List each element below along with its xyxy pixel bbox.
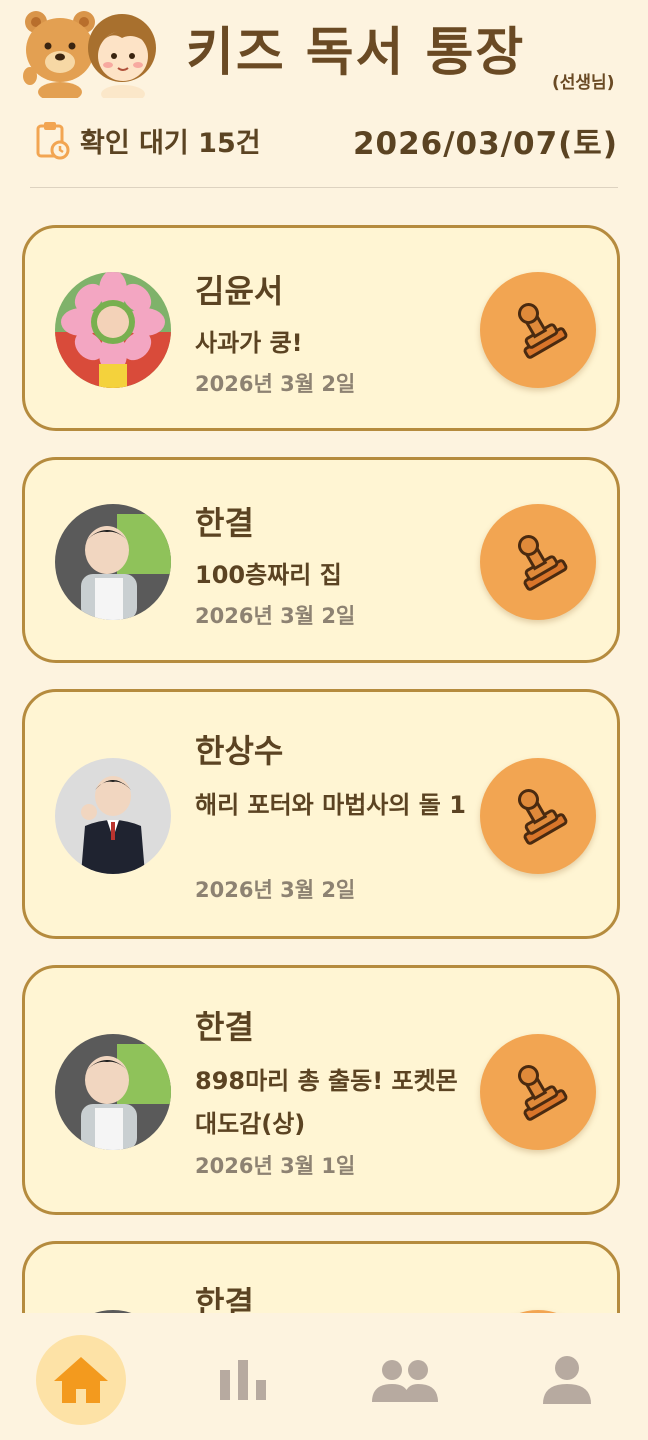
stamp-button[interactable] xyxy=(480,272,596,388)
bear-and-girl-logo xyxy=(23,11,156,98)
book-title: 100층짜리 집 xyxy=(195,561,342,589)
reading-card[interactable]: 한상수 해리 포터와 마법사의 돌 1 2026년 3월 2일 xyxy=(22,689,620,939)
header: 키즈 독서 통장 (선생님) 확인 대기 15건 2026/03/07(토) xyxy=(0,0,648,200)
student-name: 김윤서 xyxy=(195,272,284,310)
current-date: 2026/03/07(토) xyxy=(352,126,618,162)
reading-card[interactable]: 한결 898마리 총 출동! 포켓몬 대도감(상) 2026년 3월 1일 xyxy=(22,965,620,1215)
stamp-icon xyxy=(518,303,568,359)
reading-card[interactable]: 한결 xyxy=(22,1241,620,1313)
avatar xyxy=(55,758,171,874)
pending-count[interactable]: 확인 대기 15건 xyxy=(34,118,261,162)
nav-stats[interactable] xyxy=(198,1335,288,1425)
group-icon xyxy=(372,1360,438,1402)
reading-check-list[interactable]: 김윤서 사과가 쿵! 2026년 3월 2일 한결 100층짜리 집 2026년… xyxy=(0,225,648,1313)
stamp-icon xyxy=(518,1065,568,1121)
read-date: 2026년 3월 2일 xyxy=(195,878,356,902)
bar-chart-icon xyxy=(220,1360,266,1400)
role-tag: (선생님) xyxy=(552,73,615,93)
home-icon xyxy=(54,1357,108,1403)
read-date: 2026년 3월 1일 xyxy=(195,1154,356,1178)
stamp-icon xyxy=(518,789,568,845)
nav-group[interactable] xyxy=(360,1335,450,1425)
student-name: 한결 xyxy=(195,504,254,542)
book-title: 898마리 총 출동! 포켓몬 대도감(상) xyxy=(195,1067,458,1138)
student-name: 한상수 xyxy=(195,732,284,770)
read-date: 2026년 3월 2일 xyxy=(195,604,356,628)
student-name: 한결 xyxy=(195,1284,254,1313)
nav-profile[interactable] xyxy=(522,1335,612,1425)
clipboard-clock-icon xyxy=(36,122,70,160)
stamp-button[interactable] xyxy=(480,1034,596,1150)
stamp-button[interactable] xyxy=(480,758,596,874)
nav-home[interactable] xyxy=(36,1335,126,1425)
avatar xyxy=(55,272,171,388)
app-title: 키즈 독서 통장 xyxy=(186,23,526,83)
person-icon xyxy=(543,1356,591,1404)
read-date: 2026년 3월 2일 xyxy=(195,372,356,396)
student-name: 한결 xyxy=(195,1008,254,1046)
pending-label: 확인 대기 15건 xyxy=(80,127,261,159)
reading-card[interactable]: 한결 100층짜리 집 2026년 3월 2일 xyxy=(22,457,620,663)
divider xyxy=(30,187,618,188)
reading-card[interactable]: 김윤서 사과가 쿵! 2026년 3월 2일 xyxy=(22,225,620,431)
book-title: 해리 포터와 마법사의 돌 1 xyxy=(195,791,466,819)
stamp-icon xyxy=(518,535,568,591)
avatar xyxy=(55,504,171,620)
avatar xyxy=(55,1034,171,1150)
bottom-navigation xyxy=(0,1313,648,1440)
book-title: 사과가 쿵! xyxy=(195,329,303,357)
stamp-button[interactable] xyxy=(480,504,596,620)
